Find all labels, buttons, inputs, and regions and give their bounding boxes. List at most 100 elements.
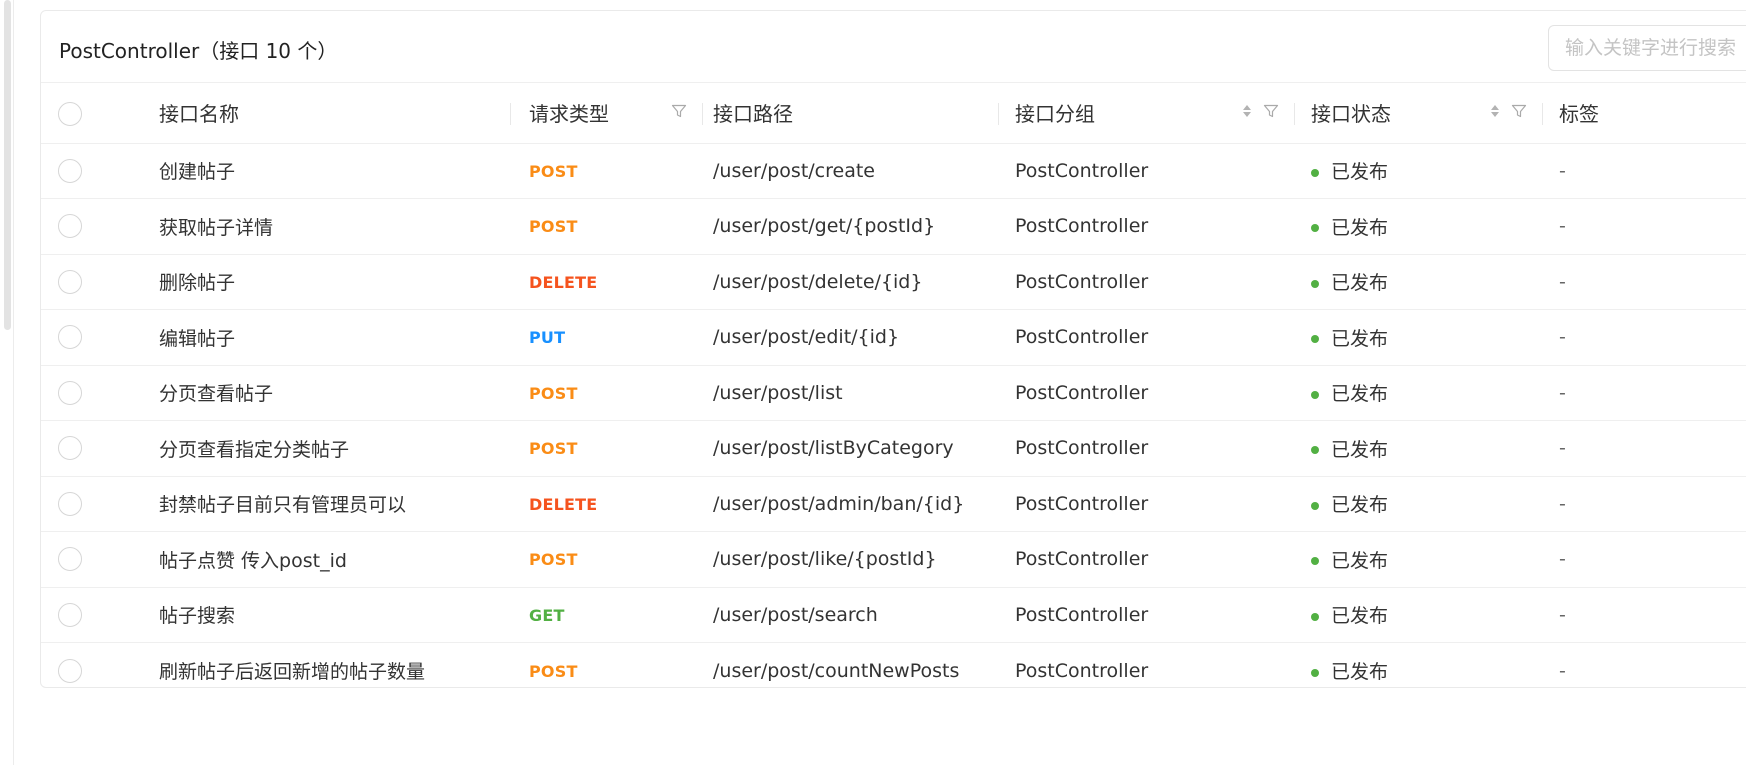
api-path: /user/post/like/{postId} [713,548,937,571]
row-checkbox[interactable] [58,325,82,350]
api-status: 已发布 [1331,272,1389,295]
request-method-badge: DELETE [529,272,598,292]
request-method-badge: POST [529,550,578,570]
filter-icon[interactable] [1263,103,1279,119]
header-path: 接口路径 [703,83,999,143]
api-name[interactable]: 编辑帖子 [119,310,511,366]
api-status-cell: 已发布 [1295,310,1543,366]
header-tags: 标签 [1543,83,1746,143]
row-select-cell [41,365,119,421]
row-checkbox[interactable] [58,602,82,627]
request-method-badge: POST [529,661,578,681]
row-select-cell [41,643,119,699]
status-dot-icon [1311,446,1319,455]
api-name[interactable]: 获取帖子详情 [119,199,511,255]
header-name-label: 接口名称 [159,102,239,127]
header-group: 接口分组 [999,83,1295,143]
api-path: /user/post/admin/ban/{id} [713,492,965,515]
api-group: PostController [1015,159,1149,182]
status-dot-icon [1311,224,1319,233]
api-group: PostController [1015,437,1149,460]
header-status: 接口状态 [1295,83,1543,143]
table-row[interactable]: 帖子搜索 GET/user/post/search PostController 已发… [41,587,1746,643]
request-method-badge: POST [529,383,578,403]
sort-icon[interactable] [1491,105,1499,117]
api-group: PostController [1015,548,1149,571]
table-row[interactable]: 获取帖子详情 POST/user/post/get/{postId} PostCon… [41,198,1746,255]
api-tags: - [1559,270,1566,293]
api-name[interactable]: 刷新帖子后返回新增的帖子数量 [119,643,511,699]
table-row[interactable]: 分页查看指定分类帖子 POST/user/post/listByCategory P… [41,420,1746,477]
api-name[interactable]: 封禁帖子目前只有管理员可以 [119,476,511,532]
api-name[interactable]: 创建帖子 [119,143,511,199]
table-row[interactable]: 刷新帖子后返回新增的帖子数量 POST/user/post/countNewPos… [41,642,1746,699]
request-method-cell: POST [511,365,703,421]
api-group: PostController [1015,270,1149,293]
api-status: 已发布 [1331,494,1389,517]
select-all-checkbox[interactable] [58,101,82,126]
filter-icon[interactable] [671,103,687,119]
header-status-icons [1491,103,1527,119]
sort-icon[interactable] [1243,105,1251,117]
table-row[interactable]: 封禁帖子目前只有管理员可以 DELETE/user/post/admin/ban/… [41,476,1746,532]
row-select-cell [41,199,119,255]
status-dot-icon [1311,279,1319,288]
request-method-badge: PUT [529,328,566,348]
row-checkbox[interactable] [58,491,82,516]
header-method-label: 请求类型 [529,102,609,127]
api-group: PostController [1015,215,1149,238]
row-select-cell [41,310,119,366]
row-select-cell [41,476,119,532]
row-checkbox[interactable] [58,436,82,461]
status-dot-icon [1311,668,1319,677]
api-status: 已发布 [1331,383,1389,406]
api-status-cell: 已发布 [1295,476,1543,532]
api-status-cell: 已发布 [1295,254,1543,310]
request-method-cell: POST [511,532,703,588]
row-select-cell [41,532,119,588]
search-input[interactable] [1548,25,1746,71]
header-group-label: 接口分组 [1015,102,1095,127]
table-row[interactable]: 编辑帖子 PUT/user/post/edit/{id} PostControlle… [41,309,1746,366]
status-dot-icon [1311,168,1319,177]
row-checkbox[interactable] [58,547,82,572]
api-tags: - [1559,381,1566,404]
api-status-cell: 已发布 [1295,421,1543,477]
api-status: 已发布 [1331,161,1389,184]
api-name[interactable]: 帖子搜索 [119,587,511,643]
row-select-cell [41,421,119,477]
header-group-icons [1243,103,1279,119]
table-row[interactable]: 分页查看帖子 POST/user/post/list PostController 已… [41,365,1746,421]
row-checkbox[interactable] [58,158,82,183]
row-checkbox[interactable] [58,214,82,239]
api-name[interactable]: 删除帖子 [119,254,511,310]
api-path: /user/post/search [713,603,878,626]
page-title: PostController（接口 10 个） [59,39,338,63]
api-name[interactable]: 帖子点赞 传入post_id [119,532,511,588]
request-method-badge: POST [529,161,578,181]
api-tags: - [1559,159,1566,182]
vertical-scrollbar[interactable] [4,0,11,330]
table-row[interactable]: 帖子点赞 传入post_id POST/user/post/like/{postI… [41,531,1746,588]
request-method-badge: POST [529,439,578,459]
table-row[interactable]: 创建帖子 POST/user/post/create PostController 已… [41,143,1746,199]
row-checkbox[interactable] [58,658,82,683]
row-checkbox[interactable] [58,380,82,405]
api-path: /user/post/list [713,381,843,404]
table-body: 创建帖子 POST/user/post/create PostController 已… [41,143,1746,698]
row-select-cell [41,143,119,199]
table-row[interactable]: 删除帖子 DELETE/user/post/delete/{id} PostCont… [41,254,1746,310]
api-status: 已发布 [1331,605,1389,628]
api-group: PostController [1015,381,1149,404]
card-header: PostController（接口 10 个） [41,11,1746,83]
row-checkbox[interactable] [58,269,82,294]
api-name[interactable]: 分页查看指定分类帖子 [119,421,511,477]
api-status: 已发布 [1331,549,1389,572]
request-method-badge: GET [529,605,565,625]
api-path: /user/post/listByCategory [713,437,954,460]
api-path: /user/post/create [713,159,875,182]
request-method-cell: DELETE [511,476,703,532]
filter-icon[interactable] [1511,103,1527,119]
api-tags: - [1559,603,1566,626]
api-name[interactable]: 分页查看帖子 [119,365,511,421]
